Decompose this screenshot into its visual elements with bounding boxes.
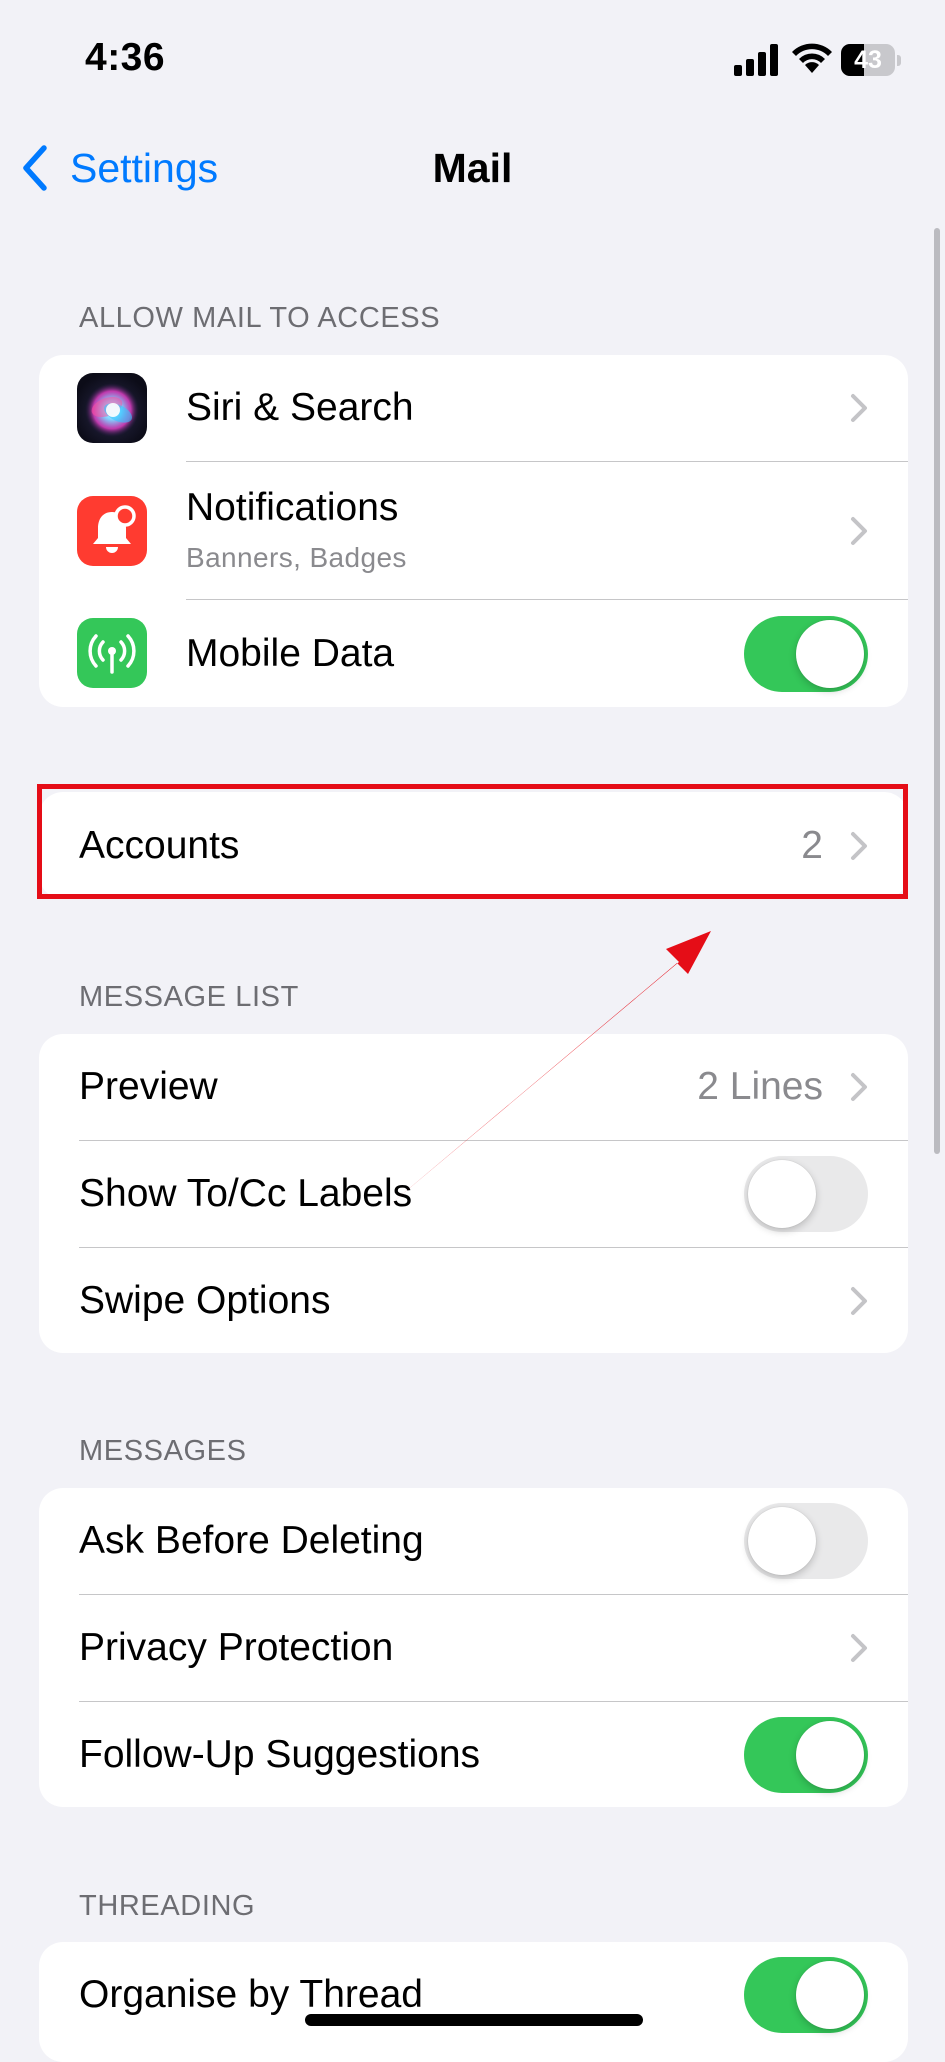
ask-before-deleting-row: Ask Before Deleting bbox=[39, 1488, 908, 1594]
siri-icon bbox=[77, 373, 147, 443]
scrollbar[interactable] bbox=[934, 228, 940, 1154]
toggle-knob bbox=[748, 1160, 816, 1228]
chevron-right-icon bbox=[851, 1073, 867, 1101]
show-to-cc-label: Show To/Cc Labels bbox=[79, 1172, 413, 1215]
notifications-subtitle: Banners, Badges bbox=[186, 542, 407, 573]
threading-group: Organise by Thread bbox=[39, 1942, 908, 2062]
preview-label: Preview bbox=[79, 1065, 218, 1108]
toggle-knob bbox=[796, 1721, 864, 1789]
toggle-knob bbox=[796, 1961, 864, 2029]
battery-percent: 43 bbox=[854, 46, 882, 74]
swipe-options-label: Swipe Options bbox=[79, 1279, 331, 1322]
siri-search-label: Siri & Search bbox=[186, 386, 414, 429]
battery-icon: 43 bbox=[841, 44, 901, 76]
page-title: Mail bbox=[432, 145, 513, 191]
organise-by-thread-row: Organise by Thread bbox=[39, 1942, 908, 2048]
follow-up-row: Follow-Up Suggestions bbox=[39, 1702, 908, 1807]
chevron-right-icon bbox=[851, 1287, 867, 1315]
organise-by-thread-label: Organise by Thread bbox=[79, 1973, 423, 2016]
message-list-group: Preview 2 Lines Show To/Cc Labels Swipe … bbox=[39, 1034, 908, 1353]
section-header-threading: THREADING bbox=[79, 1890, 256, 1922]
messages-group: Ask Before Deleting Privacy Protection F… bbox=[39, 1488, 908, 1807]
notifications-label: Notifications bbox=[186, 486, 399, 529]
privacy-protection-row[interactable]: Privacy Protection bbox=[39, 1595, 908, 1701]
section-header-allow-access: ALLOW MAIL TO ACCESS bbox=[79, 302, 441, 334]
organise-by-thread-toggle[interactable] bbox=[744, 1957, 868, 2033]
show-to-cc-toggle[interactable] bbox=[744, 1156, 868, 1232]
ask-before-deleting-toggle[interactable] bbox=[744, 1503, 868, 1579]
toggle-knob bbox=[796, 620, 864, 688]
preview-value: 2 Lines bbox=[697, 1065, 823, 1108]
antenna-icon bbox=[77, 618, 147, 688]
ask-before-deleting-label: Ask Before Deleting bbox=[79, 1519, 424, 1562]
signal-bars-icon bbox=[734, 44, 780, 76]
allow-access-group: Siri & Search Notifications Banners, Bad… bbox=[39, 355, 908, 707]
home-indicator bbox=[305, 2014, 643, 2026]
section-header-message-list: MESSAGE LIST bbox=[79, 981, 299, 1013]
mobile-data-label: Mobile Data bbox=[186, 632, 395, 675]
section-header-messages: MESSAGES bbox=[79, 1435, 247, 1467]
notifications-row[interactable]: Notifications Banners, Badges bbox=[39, 462, 908, 599]
wifi-icon bbox=[790, 40, 834, 74]
chevron-right-icon bbox=[851, 517, 867, 545]
chevron-right-icon bbox=[851, 394, 867, 422]
mobile-data-toggle[interactable] bbox=[744, 616, 868, 692]
toggle-knob bbox=[748, 1507, 816, 1575]
chevron-right-icon bbox=[851, 1634, 867, 1662]
status-time: 4:36 bbox=[85, 36, 166, 79]
follow-up-label: Follow-Up Suggestions bbox=[79, 1733, 481, 1776]
show-to-cc-row: Show To/Cc Labels bbox=[39, 1141, 908, 1247]
accounts-highlight-box bbox=[37, 784, 908, 899]
follow-up-toggle[interactable] bbox=[744, 1717, 868, 1793]
swipe-options-row[interactable]: Swipe Options bbox=[39, 1248, 908, 1353]
preview-row[interactable]: Preview 2 Lines bbox=[39, 1034, 908, 1140]
siri-search-row[interactable]: Siri & Search bbox=[39, 355, 908, 461]
notifications-bell-icon bbox=[77, 496, 147, 566]
mobile-data-row: Mobile Data bbox=[39, 600, 908, 707]
privacy-protection-label: Privacy Protection bbox=[79, 1626, 394, 1669]
